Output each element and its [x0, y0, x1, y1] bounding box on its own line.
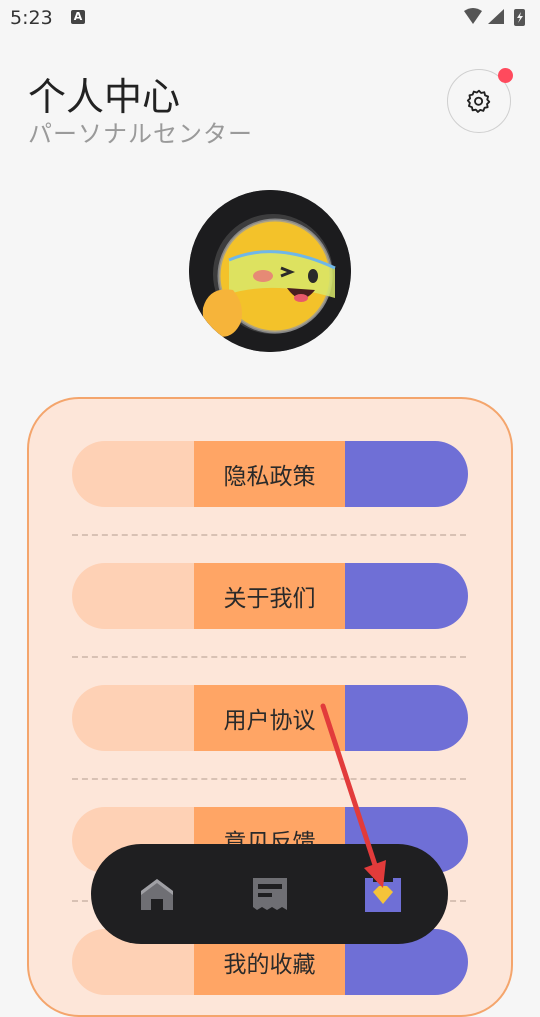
divider [72, 656, 466, 658]
nav-profile-button[interactable] [363, 874, 403, 914]
page-title: 个人中心 [28, 75, 181, 119]
gear-icon [466, 89, 491, 113]
article-icon [253, 878, 287, 910]
menu-item-label: 关于我们 [194, 563, 345, 629]
menu-item-privacy-policy[interactable]: 隐私政策 [72, 441, 468, 507]
menu-item-right-segment [345, 685, 468, 751]
divider [72, 534, 466, 536]
status-icons [462, 6, 532, 34]
avatar[interactable] [189, 190, 351, 352]
menu-item-user-agreement[interactable]: 用户协议 [72, 685, 468, 751]
home-icon [141, 879, 173, 910]
menu-item-left-segment [72, 441, 194, 507]
page-subtitle: パーソナルセンター [28, 120, 253, 148]
menu-item-about-us[interactable]: 关于我们 [72, 563, 468, 629]
gem-icon [365, 878, 401, 912]
nav-articles-button[interactable] [250, 874, 290, 914]
status-time: 5:23 [10, 7, 53, 29]
menu-item-right-segment [345, 563, 468, 629]
menu-item-left-segment [72, 563, 194, 629]
nav-home-button[interactable] [137, 874, 177, 914]
menu-item-label: 隐私政策 [194, 441, 345, 507]
signal-icon [488, 9, 504, 24]
bottom-nav [91, 844, 448, 944]
menu-item-label: 用户协议 [194, 685, 345, 751]
menu-item-left-segment [72, 685, 194, 751]
divider [72, 778, 466, 780]
status-bar: 5:23 A [0, 0, 540, 36]
emoji-astronaut-avatar [189, 190, 351, 352]
notification-app-icon: A [71, 10, 85, 24]
wifi-icon [464, 8, 482, 24]
menu-item-right-segment [345, 441, 468, 507]
notification-dot [498, 68, 513, 83]
